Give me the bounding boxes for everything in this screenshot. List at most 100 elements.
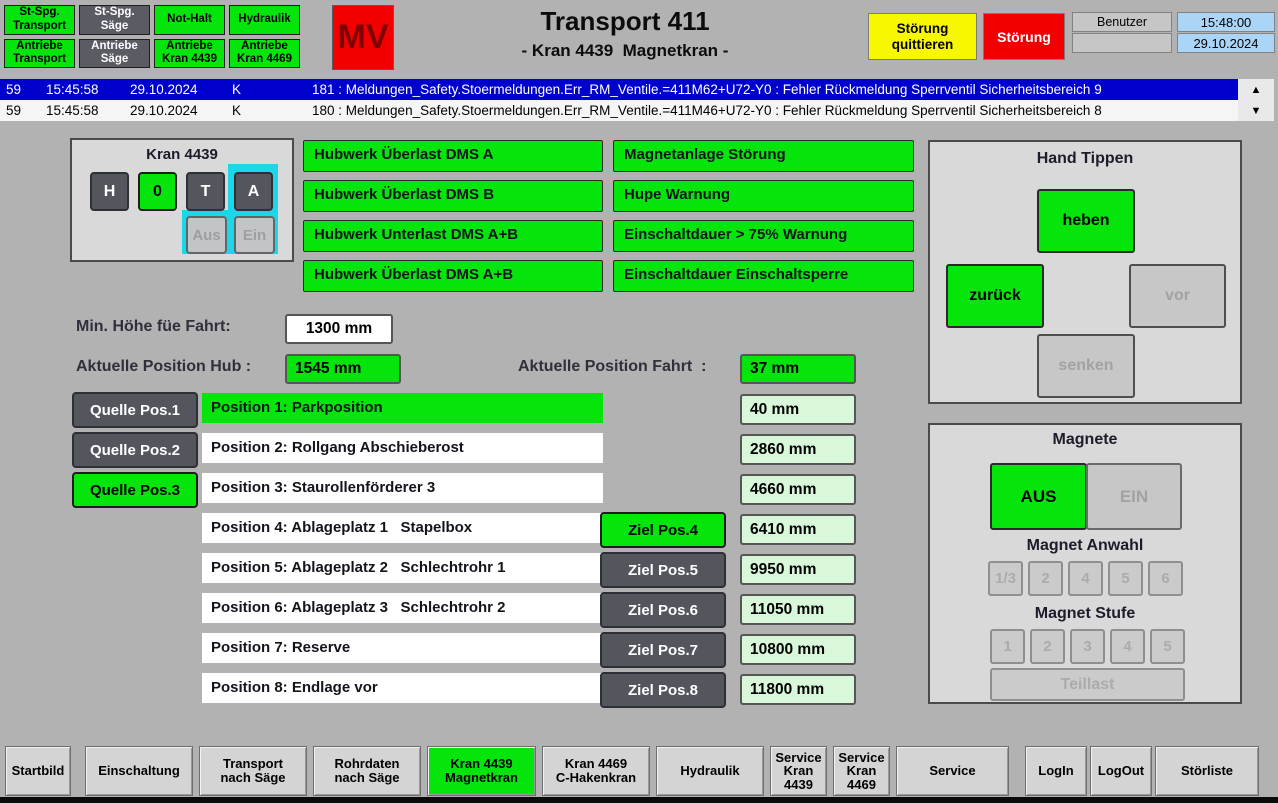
magnet-stufe-1-button[interactable]: 1: [990, 629, 1025, 664]
alarm-message: 180 : Meldungen_Safety.Stoermeldungen.Er…: [312, 103, 1102, 118]
magnet-anwahl-5-button[interactable]: 5: [1108, 561, 1143, 596]
status-button-antriebe-transport[interactable]: Antriebe Transport: [4, 38, 75, 68]
status-button-antriebe-kran-4469[interactable]: Antriebe Kran 4469: [229, 38, 300, 68]
position-row-5: Position 5: Ablageplatz 2 Schlechtrohr 1: [202, 553, 603, 583]
min-hoehe-input[interactable]: 1300 mm: [285, 314, 393, 344]
nav-service-kran-4469[interactable]: Service Kran 4469: [833, 746, 890, 796]
ziel-pos-6-button[interactable]: Ziel Pos.6: [600, 592, 726, 628]
lamp-einschaltdauer-einschaltsperre: Einschaltdauer Einschaltsperre: [613, 260, 914, 292]
hand-tippen-panel: Hand Tippen heben zurück vor senken: [928, 140, 1242, 404]
magnet-anwahl-2-button[interactable]: 2: [1028, 561, 1063, 596]
bottom-edge: [0, 797, 1278, 803]
nav-kran-4469-c-hakenkran[interactable]: Kran 4469 C-Hakenkran: [542, 746, 650, 796]
magnet-anwahl-1-3-button[interactable]: 1/3: [988, 561, 1023, 596]
position-2-value: 2860 mm: [740, 434, 856, 465]
status-button-st-spg-transport[interactable]: St-Spg. Transport: [4, 5, 75, 35]
nav-startbild[interactable]: Startbild: [5, 746, 71, 796]
nav-logout[interactable]: LogOut: [1090, 746, 1152, 796]
status-button-hydraulik[interactable]: Hydraulik: [229, 5, 300, 35]
alarm-id: 59: [6, 103, 22, 118]
mv-indicator-lamp: MV: [332, 5, 394, 70]
vor-button[interactable]: vor: [1129, 264, 1226, 328]
magnet-stufe-label: Magnet Stufe: [1034, 605, 1136, 622]
aus-button[interactable]: Aus: [186, 216, 227, 254]
alarm-list: 59 15:45:58 29.10.2024 K 181 : Meldungen…: [0, 79, 1238, 121]
alarm-scrollbar: ▲ ▼: [1238, 79, 1274, 121]
page-title: Transport 411: [540, 6, 710, 36]
zurueck-button[interactable]: zurück: [946, 264, 1044, 328]
nav-transport-nach-saege[interactable]: Transport nach Säge: [199, 746, 307, 796]
heben-button[interactable]: heben: [1037, 189, 1135, 253]
clock-date: 29.10.2024: [1177, 33, 1275, 53]
lamp-hupe-warnung: Hupe Warnung: [613, 180, 914, 212]
teillast-button[interactable]: Teillast: [990, 668, 1185, 701]
mode-button-h[interactable]: H: [90, 172, 129, 211]
status-button-antriebe-saege[interactable]: Antriebe Säge: [79, 38, 150, 68]
kran-4439-mode-panel: Kran 4439 H 0 T A Aus Ein: [70, 138, 294, 262]
status-button-st-spg-saege[interactable]: St-Spg. Säge: [79, 5, 150, 35]
ziel-pos-5-button[interactable]: Ziel Pos.5: [600, 552, 726, 588]
magnet-aus-button[interactable]: AUS: [990, 463, 1087, 530]
quelle-pos-2-button[interactable]: Quelle Pos.2: [72, 432, 198, 468]
ziel-pos-7-button[interactable]: Ziel Pos.7: [600, 632, 726, 668]
stoerung-quittieren-button[interactable]: Störung quittieren: [868, 13, 977, 60]
stoerung-lamp[interactable]: Störung: [983, 13, 1065, 60]
alarm-date: 29.10.2024: [130, 82, 198, 97]
position-6-value: 11050 mm: [740, 594, 856, 625]
nav-kran-4439-magnetkran[interactable]: Kran 4439 Magnetkran: [427, 746, 536, 796]
position-row-8: Position 8: Endlage vor: [202, 673, 603, 703]
quelle-pos-3-button[interactable]: Quelle Pos.3: [72, 472, 198, 508]
quelle-pos-1-button[interactable]: Quelle Pos.1: [72, 392, 198, 428]
position-hub-value: 1545 mm: [285, 354, 401, 384]
ein-button[interactable]: Ein: [234, 216, 275, 254]
lamp-hubwerk-ueberlast-dms-ab: Hubwerk Überlast DMS A+B: [303, 260, 603, 292]
alarm-id: 59: [6, 82, 22, 97]
nav-hydraulik[interactable]: Hydraulik: [656, 746, 764, 796]
senken-button[interactable]: senken: [1037, 334, 1135, 398]
magnete-title: Magnete: [1052, 431, 1118, 448]
mode-button-a[interactable]: A: [234, 172, 273, 211]
position-7-value: 10800 mm: [740, 634, 856, 665]
scroll-down-icon[interactable]: ▼: [1238, 100, 1274, 121]
ziel-pos-8-button[interactable]: Ziel Pos.8: [600, 672, 726, 708]
alarm-time: 15:45:58: [46, 103, 99, 118]
status-button-antriebe-kran-4439[interactable]: Antriebe Kran 4439: [154, 38, 225, 68]
mode-button-0[interactable]: 0: [138, 172, 177, 211]
magnete-panel: Magnete AUS EIN Magnet Anwahl 1/3 2 4 5 …: [928, 423, 1242, 704]
magnet-ein-button[interactable]: EIN: [1086, 463, 1182, 530]
position-row-7: Position 7: Reserve: [202, 633, 603, 663]
hand-tippen-title: Hand Tippen: [1036, 150, 1134, 167]
nav-service[interactable]: Service: [896, 746, 1009, 796]
page-subtitle: - Kran 4439 Magnetkran -: [521, 41, 729, 60]
lamp-hubwerk-ueberlast-dms-a: Hubwerk Überlast DMS A: [303, 140, 603, 172]
nav-stoerliste[interactable]: Störliste: [1155, 746, 1259, 796]
status-button-not-halt[interactable]: Not-Halt: [154, 5, 225, 35]
magnet-stufe-4-button[interactable]: 4: [1110, 629, 1145, 664]
benutzer-value-field: [1072, 33, 1172, 53]
alarm-row[interactable]: 59 15:45:58 29.10.2024 K 180 : Meldungen…: [0, 100, 1238, 121]
magnet-anwahl-4-button[interactable]: 4: [1068, 561, 1103, 596]
magnet-stufe-2-button[interactable]: 2: [1030, 629, 1065, 664]
mode-button-t[interactable]: T: [186, 172, 225, 211]
benutzer-label-field: Benutzer: [1072, 12, 1172, 32]
lamp-einschaltdauer-warnung: Einschaltdauer > 75% Warnung: [613, 220, 914, 252]
scroll-up-icon[interactable]: ▲: [1238, 79, 1274, 100]
nav-service-kran-4439[interactable]: Service Kran 4439: [770, 746, 827, 796]
magnet-anwahl-6-button[interactable]: 6: [1148, 561, 1183, 596]
kran-panel-title: Kran 4439: [146, 146, 218, 163]
lamp-hubwerk-unterlast-dms-ab: Hubwerk Unterlast DMS A+B: [303, 220, 603, 252]
alarm-row[interactable]: 59 15:45:58 29.10.2024 K 181 : Meldungen…: [0, 79, 1238, 100]
nav-login[interactable]: LogIn: [1025, 746, 1087, 796]
nav-einschaltung[interactable]: Einschaltung: [85, 746, 193, 796]
position-row-4: Position 4: Ablageplatz 1 Stapelbox: [202, 513, 603, 543]
ziel-pos-4-button[interactable]: Ziel Pos.4: [600, 512, 726, 548]
clock-time: 15:48:00: [1177, 12, 1275, 32]
position-8-value: 11800 mm: [740, 674, 856, 705]
lamp-hubwerk-ueberlast-dms-b: Hubwerk Überlast DMS B: [303, 180, 603, 212]
alarm-time: 15:45:58: [46, 82, 99, 97]
magnet-stufe-5-button[interactable]: 5: [1150, 629, 1185, 664]
position-row-6: Position 6: Ablageplatz 3 Schlechtrohr 2: [202, 593, 603, 623]
lamp-magnetanlage-stoerung: Magnetanlage Störung: [613, 140, 914, 172]
magnet-stufe-3-button[interactable]: 3: [1070, 629, 1105, 664]
nav-rohrdaten-nach-saege[interactable]: Rohrdaten nach Säge: [313, 746, 421, 796]
